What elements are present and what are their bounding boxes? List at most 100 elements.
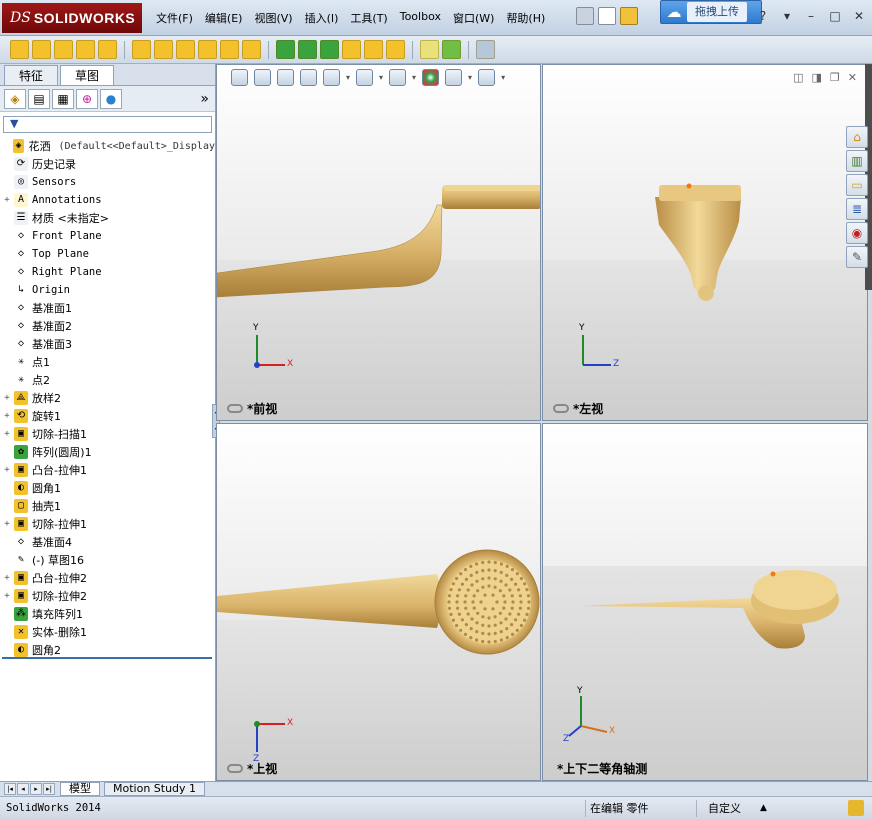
tree-node[interactable]: + ▣ 切除-扫描1: [2, 425, 215, 443]
expand-icon[interactable]: +: [2, 465, 12, 475]
tab-features[interactable]: 特征: [4, 65, 59, 85]
tree-node[interactable]: ◐ 圆角1: [2, 479, 215, 497]
tree-node[interactable]: ◇ 基准面3: [2, 335, 215, 353]
prev-tab-icon[interactable]: ◂: [17, 783, 29, 795]
unit-system-selector[interactable]: 自定义: [708, 800, 741, 816]
boundary-boss-icon[interactable]: [98, 40, 117, 59]
design-library-icon[interactable]: ▥: [846, 150, 868, 172]
help-question-icon[interactable]: ?: [754, 7, 772, 25]
link-views-icon[interactable]: [227, 404, 243, 413]
menu-view[interactable]: 视图(V): [248, 8, 298, 28]
tree-node[interactable]: + ⟁ 放样2: [2, 389, 215, 407]
tree-node[interactable]: + ▣ 切除-拉伸2: [2, 587, 215, 605]
view-palette-icon[interactable]: ≣: [846, 198, 868, 220]
expand-icon[interactable]: +: [2, 429, 12, 439]
tree-node[interactable]: ✿ 阵列(圆周)1: [2, 443, 215, 461]
solidworks-logo[interactable]: DS SOLIDWORKS: [2, 3, 142, 33]
tree-node[interactable]: ◇ 基准面4: [2, 533, 215, 551]
custom-properties-icon[interactable]: ✎: [846, 246, 868, 268]
menu-edit[interactable]: 编辑(E): [199, 8, 249, 28]
draft-icon[interactable]: [320, 40, 339, 59]
open-folder-icon[interactable]: [620, 7, 638, 25]
last-tab-icon[interactable]: ▸|: [43, 783, 55, 795]
unit-caret-icon[interactable]: ▲: [760, 803, 767, 813]
dimxpert-icon[interactable]: ⊕: [76, 88, 98, 109]
expand-icon[interactable]: +: [2, 591, 12, 601]
pin-icon[interactable]: [576, 7, 594, 25]
tree-node[interactable]: + ▣ 凸台-拉伸1: [2, 461, 215, 479]
expand-icon[interactable]: +: [2, 411, 12, 421]
menu-tools[interactable]: 工具(T): [344, 8, 393, 28]
extruded-boss-icon[interactable]: [10, 40, 29, 59]
expand-icon[interactable]: +: [2, 195, 12, 205]
tree-node[interactable]: ◈ 花洒 (Default<<Default>_Display: [2, 137, 215, 155]
more-tabs-icon[interactable]: »: [200, 91, 209, 107]
link-views-icon[interactable]: [553, 404, 569, 413]
tree-filter-field[interactable]: ▼: [3, 116, 212, 133]
expand-icon[interactable]: +: [2, 573, 12, 583]
property-manager-icon[interactable]: ▤: [28, 88, 50, 109]
viewport-isometric[interactable]: Y X Z *上下二等角轴测: [542, 423, 868, 781]
tree-node[interactable]: ◇ Front Plane: [2, 227, 215, 245]
tab-motion-study[interactable]: Motion Study 1: [104, 782, 206, 796]
help-dropdown-icon[interactable]: ▾: [778, 7, 796, 25]
file-explorer-icon[interactable]: ▭: [846, 174, 868, 196]
next-tab-icon[interactable]: ▸: [30, 783, 42, 795]
extruded-cut-icon[interactable]: [132, 40, 151, 59]
rib-icon[interactable]: [298, 40, 317, 59]
wrap-icon[interactable]: [364, 40, 383, 59]
fillet-tool-icon[interactable]: [242, 40, 261, 59]
menu-help[interactable]: 帮助(H): [500, 8, 551, 28]
lofted-boss-icon[interactable]: [76, 40, 95, 59]
reference-geometry-icon[interactable]: [420, 40, 439, 59]
tree-node[interactable]: ☰ 材质 <未指定>: [2, 209, 215, 227]
appearances-icon[interactable]: ◉: [846, 222, 868, 244]
solidworks-resources-icon[interactable]: ⌂: [846, 126, 868, 148]
viewport-front[interactable]: ▾ ▾ ▾ ▾ ▾ Y X *前视: [216, 64, 541, 421]
tree-node[interactable]: ◇ Right Plane: [2, 263, 215, 281]
viewport-top[interactable]: X Z *上视: [216, 423, 541, 781]
tree-node[interactable]: ✳ 点1: [2, 353, 215, 371]
upload-button[interactable]: ☁ 拖拽上传: [660, 0, 762, 24]
menu-window[interactable]: 窗口(W): [447, 8, 500, 28]
tag-icon[interactable]: [848, 800, 864, 816]
menu-file[interactable]: 文件(F): [150, 8, 199, 28]
configuration-manager-icon[interactable]: ▦: [52, 88, 74, 109]
tree-node[interactable]: + ▣ 切除-拉伸1: [2, 515, 215, 533]
instant3d-icon[interactable]: [476, 40, 495, 59]
viewport-left[interactable]: ◫ ◨ ❐ ✕ Y Z *左视: [542, 64, 868, 421]
link-views-icon[interactable]: [227, 764, 243, 773]
menu-insert[interactable]: 插入(I): [299, 8, 345, 28]
close-button[interactable]: ✕: [850, 7, 868, 25]
tree-node[interactable]: ✎ (-) 草图16: [2, 551, 215, 569]
tree-node[interactable]: ⁂ 填充阵列1: [2, 605, 215, 623]
tab-model[interactable]: 模型: [60, 782, 100, 796]
revolved-boss-icon[interactable]: [32, 40, 51, 59]
swept-cut-icon[interactable]: [176, 40, 195, 59]
feature-manager-icon[interactable]: ◈: [4, 88, 26, 109]
lofted-cut-icon[interactable]: [198, 40, 217, 59]
tree-node[interactable]: + ▣ 凸台-拉伸2: [2, 569, 215, 587]
first-tab-icon[interactable]: |◂: [4, 783, 16, 795]
tree-node[interactable]: ◎ Sensors: [2, 173, 215, 191]
tree-node[interactable]: ◇ 基准面2: [2, 317, 215, 335]
expand-icon[interactable]: +: [2, 393, 12, 403]
boundary-cut-icon[interactable]: [220, 40, 239, 59]
rollback-bar[interactable]: [2, 657, 212, 659]
tree-node[interactable]: ◇ Top Plane: [2, 245, 215, 263]
tree-node[interactable]: + ⟲ 旋转1: [2, 407, 215, 425]
minimize-button[interactable]: –: [802, 7, 820, 25]
tree-node[interactable]: ⟳ 历史记录: [2, 155, 215, 173]
maximize-button[interactable]: □: [826, 7, 844, 25]
tree-node[interactable]: ✕ 实体-删除1: [2, 623, 215, 641]
linear-pattern-icon[interactable]: [276, 40, 295, 59]
display-manager-icon[interactable]: ●: [100, 88, 122, 109]
revolved-cut-icon[interactable]: [154, 40, 173, 59]
menu-toolbox[interactable]: Toolbox: [394, 8, 447, 28]
expand-icon[interactable]: +: [2, 519, 12, 529]
swept-boss-icon[interactable]: [54, 40, 73, 59]
tree-node[interactable]: ◇ 基准面1: [2, 299, 215, 317]
intersect-icon[interactable]: [386, 40, 405, 59]
tab-sketch[interactable]: 草图: [60, 65, 115, 85]
new-document-icon[interactable]: [598, 7, 616, 25]
